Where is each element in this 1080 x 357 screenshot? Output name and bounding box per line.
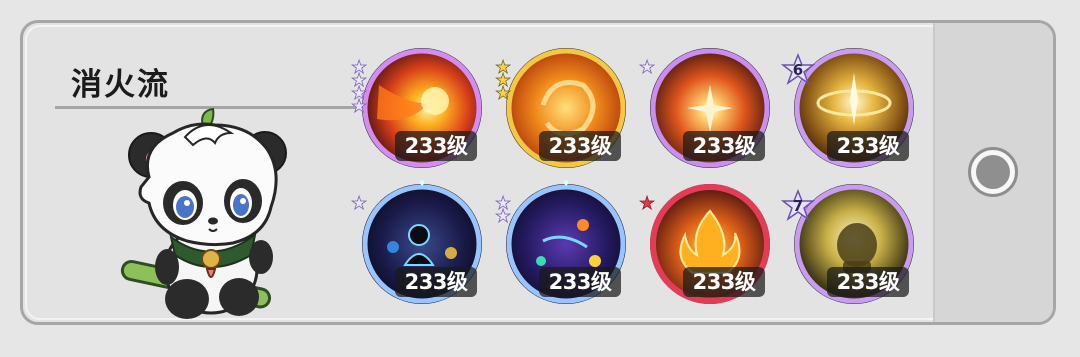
star-count: 7 <box>792 197 804 215</box>
skill-slot-fire-meteor[interactable]: ★ ★ ★ ★ 233级 <box>351 45 485 171</box>
skill-level-label: 233级 <box>827 267 909 297</box>
skill-level-label: 233级 <box>683 267 765 297</box>
star-count-badge: 7 <box>780 188 816 223</box>
skill-level-label: 233级 <box>827 131 909 161</box>
skill-level-label: 233级 <box>395 131 477 161</box>
skill-slot-fire-vortex[interactable]: ★ ★ ★ 233级 <box>495 45 629 171</box>
skill-slot-mystic-aura[interactable]: ♦ ★ ★ 233级 <box>495 179 629 307</box>
team-title: 消火流 <box>71 67 170 103</box>
skill-slot-fire-burst[interactable]: ★ 233级 <box>639 45 773 171</box>
skill-slot-golden-fist[interactable]: 7 233级 <box>780 181 917 307</box>
skill-slot-spirit-meditation[interactable]: ♦ ★ 233级 <box>351 179 485 307</box>
select-radio-button[interactable] <box>968 147 1018 197</box>
star-count-badge: 6 <box>780 52 816 87</box>
skill-level-label: 233级 <box>539 267 621 297</box>
select-panel[interactable] <box>933 23 1053 322</box>
star-rating: ★ ★ ★ <box>495 57 512 104</box>
star-rating: ★ ★ <box>495 193 512 227</box>
star-rating: ★ <box>639 193 656 214</box>
gem-pip-icon: ♦ <box>417 179 427 189</box>
skill-slot-flame-bonfire[interactable]: ★ 233级 <box>639 181 773 307</box>
skill-slot-golden-radiance[interactable]: 6 233级 <box>780 45 917 171</box>
star-rating: ★ <box>639 57 656 78</box>
radio-dot-icon <box>976 155 1010 189</box>
star-rating: ★ ★ ★ ★ <box>351 57 368 117</box>
team-card: 消火流 ★ ★ ★ ★ 233级 ★ ★ ★ 233级 ★ 233级 6 233… <box>20 20 1056 325</box>
skill-level-label: 233级 <box>395 267 477 297</box>
star-count: 6 <box>792 61 804 79</box>
gem-pip-icon: ♦ <box>561 179 571 189</box>
skill-level-label: 233级 <box>683 131 765 161</box>
star-rating: ★ <box>351 193 368 214</box>
panda-character-avatar <box>120 107 287 319</box>
skill-level-label: 233级 <box>539 131 621 161</box>
